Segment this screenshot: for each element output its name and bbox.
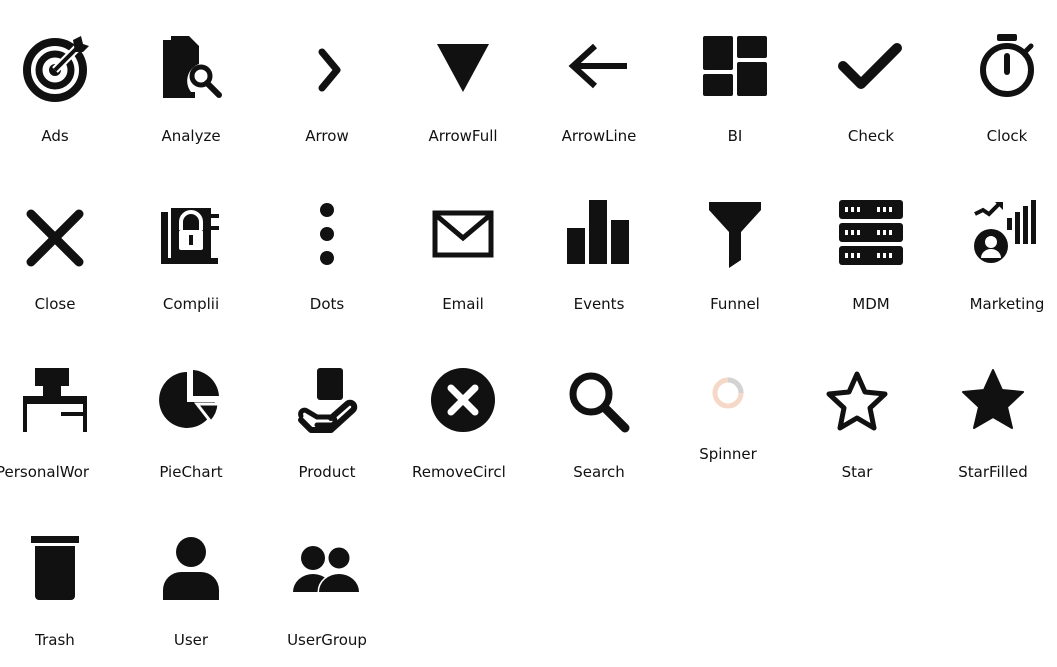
icon-tile-arrowfull[interactable]: ArrowFull: [395, 4, 531, 145]
icon-tile-close[interactable]: Close: [0, 172, 123, 313]
icon-tile-star[interactable]: Star: [789, 340, 925, 481]
envelope-icon: [425, 200, 501, 276]
icon-tile-mdm[interactable]: MDM: [803, 172, 939, 313]
icon-label: ArrowFull: [428, 127, 498, 145]
icon-tile-check[interactable]: Check: [803, 4, 939, 145]
icon-tile-marketing[interactable]: Marketing: [939, 172, 1057, 313]
icon-tile-complii[interactable]: Complii: [123, 172, 259, 313]
icon-tile-email[interactable]: Email: [395, 172, 531, 313]
desk-workspace-icon: [17, 368, 93, 444]
remove-circle-icon: [425, 368, 501, 444]
icon-tile-trash[interactable]: Trash: [0, 508, 123, 649]
icon-tile-bi[interactable]: BI: [667, 4, 803, 145]
icon-tile-starfilled[interactable]: StarFilled: [925, 340, 1057, 481]
icon-label: PersonalWor: [0, 463, 90, 481]
pie-chart-icon: [153, 368, 229, 444]
icon-label: Search: [573, 463, 625, 481]
icon-label: Clock: [986, 127, 1028, 145]
funnel-icon: [697, 200, 773, 276]
bar-chart-icon: [561, 200, 637, 276]
icon-tile-dots[interactable]: Dots: [259, 172, 395, 313]
star-outline-icon: [819, 368, 895, 444]
check-icon: [833, 32, 909, 108]
icon-tile-search[interactable]: Search: [531, 340, 667, 481]
icon-label: BI: [727, 127, 743, 145]
icon-tile-funnel[interactable]: Funnel: [667, 172, 803, 313]
icon-label: Arrow: [305, 127, 349, 145]
icon-tile-clock[interactable]: Clock: [939, 4, 1057, 145]
icon-label: Product: [298, 463, 356, 481]
vertical-dots-icon: [289, 200, 365, 276]
icon-label: RemoveCircl: [412, 463, 506, 481]
icon-tile-arrowline[interactable]: ArrowLine: [531, 4, 667, 145]
icon-label: ArrowLine: [561, 127, 637, 145]
triangle-down-icon: [425, 32, 501, 108]
icon-label: Check: [847, 127, 895, 145]
icon-label: Email: [442, 295, 484, 313]
star-filled-icon: [955, 368, 1031, 444]
icon-label: Star: [841, 463, 873, 481]
icon-label: Ads: [41, 127, 69, 145]
icon-tile-removecircle[interactable]: RemoveCircl: [395, 340, 531, 481]
icon-tile-product[interactable]: Product: [259, 340, 395, 481]
close-x-icon: [17, 200, 93, 276]
icon-label: User: [173, 631, 209, 649]
icon-label: MDM: [852, 295, 890, 313]
icon-tile-ads[interactable]: Ads: [0, 4, 123, 145]
icon-label: Analyze: [161, 127, 221, 145]
chevron-right-icon: [289, 32, 365, 108]
icon-tile-arrow[interactable]: Arrow: [259, 4, 395, 145]
icon-tile-events[interactable]: Events: [531, 172, 667, 313]
icon-label: Trash: [35, 631, 75, 649]
icon-tile-analyze[interactable]: Analyze: [123, 4, 259, 145]
marketing-icon: [969, 200, 1045, 276]
user-group-icon: [289, 536, 365, 612]
server-icon: [833, 200, 909, 276]
dashboard-icon: [697, 32, 773, 108]
icon-label: Close: [34, 295, 76, 313]
icon-tile-spinner[interactable]: Spinner: [660, 340, 796, 480]
icon-tile-user[interactable]: User: [123, 508, 259, 649]
target-bullseye-icon: [17, 32, 93, 108]
icon-label: UserGroup: [287, 631, 367, 649]
icon-label: Complii: [162, 295, 220, 313]
icon-tile-usergroup[interactable]: UserGroup: [259, 508, 395, 649]
magnifier-icon: [561, 368, 637, 444]
compliance-lock-icon: [153, 200, 229, 276]
icon-label: Marketing: [969, 295, 1045, 313]
icon-label: StarFilled: [958, 463, 1028, 481]
hand-holding-product-icon: [289, 368, 365, 444]
icon-tile-personalworkspace[interactable]: PersonalWor: [0, 340, 123, 481]
icon-label: Dots: [309, 295, 345, 313]
icon-tile-piechart[interactable]: PieChart: [123, 340, 259, 481]
icon-label: Funnel: [710, 295, 760, 313]
icon-label: Spinner: [699, 445, 757, 463]
icon-label: PieChart: [159, 463, 223, 481]
trash-icon: [17, 536, 93, 612]
icon-label: Events: [573, 295, 625, 313]
spinner-icon: [690, 368, 766, 444]
document-search-icon: [153, 32, 229, 108]
arrow-left-icon: [561, 32, 637, 108]
user-icon: [153, 536, 229, 612]
stopwatch-icon: [969, 32, 1045, 108]
